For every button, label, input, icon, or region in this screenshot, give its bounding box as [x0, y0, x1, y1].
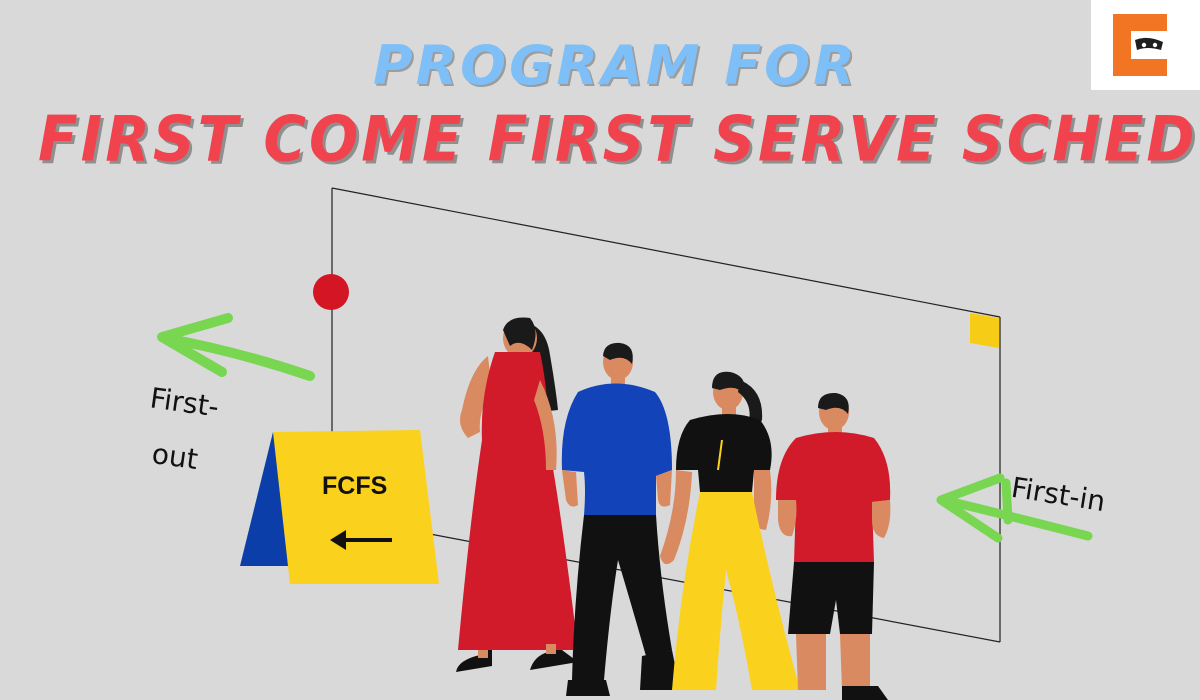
person-red-shirt [776, 392, 891, 700]
person-blue-shirt [561, 342, 680, 696]
person-red-dress [456, 317, 578, 672]
fcfs-sign-label: FCFS [322, 472, 388, 500]
red-dot [313, 274, 349, 310]
yellow-corner [970, 313, 999, 348]
fcfs-sign [240, 430, 439, 584]
queue-scene [157, 187, 1093, 700]
exit-arrow-icon [157, 313, 315, 381]
first-out-label-line2: out [149, 436, 200, 477]
person-yellow-pants [660, 371, 800, 690]
illustration: PROGRAM FOR FIRST COME FIRST SERVE SCHED… [0, 0, 1200, 700]
